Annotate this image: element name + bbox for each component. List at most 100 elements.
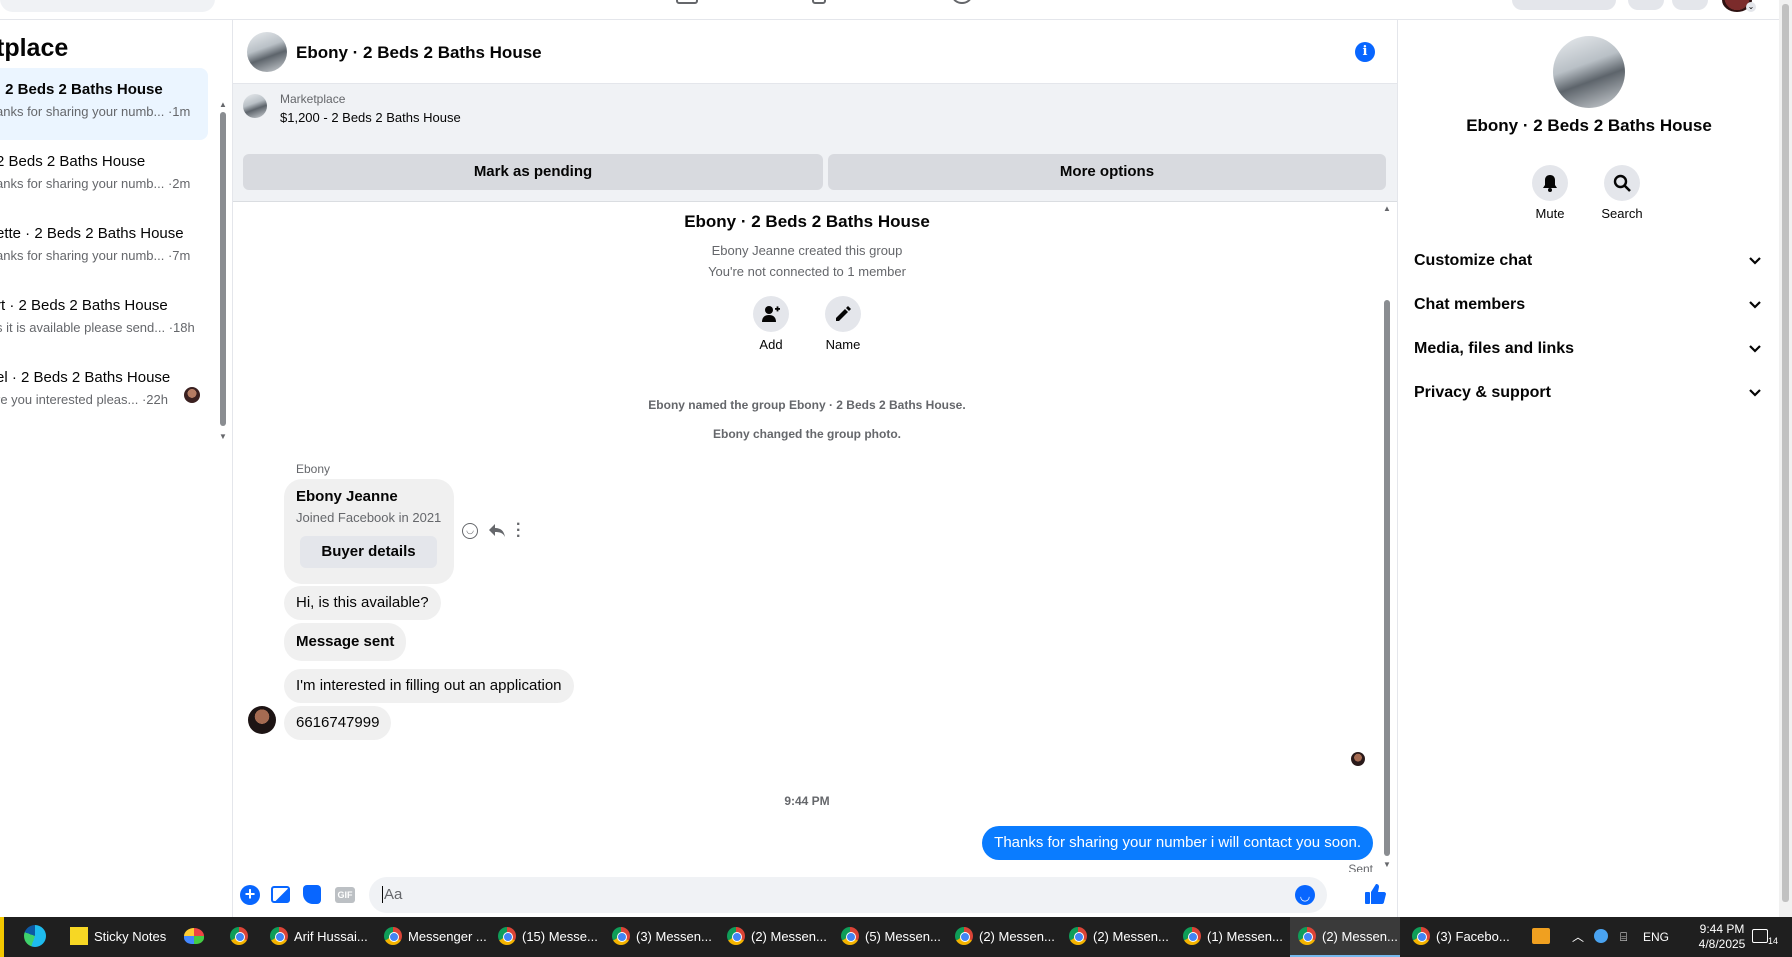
more-actions-icon[interactable]: · · · xyxy=(516,517,522,545)
globe-icon xyxy=(1594,929,1608,944)
taskbar-item-chrome-window[interactable]: (2) Messen... xyxy=(727,917,835,957)
chat-title[interactable]: Ebony · 2 Beds 2 Baths House xyxy=(296,43,542,63)
message-status: Sent xyxy=(1348,862,1373,872)
search-in-conversation-button[interactable] xyxy=(1604,165,1640,201)
taskbar-edge-app[interactable] xyxy=(0,917,4,957)
chrome-icon xyxy=(1412,927,1430,946)
conversation-item[interactable]: rt · 2 Beds 2 Baths House s it is availa… xyxy=(0,284,208,356)
taskbar-label: (5) Messen... xyxy=(865,929,941,944)
system-clock[interactable]: 9:44 PM 4/8/2025 xyxy=(1682,917,1762,957)
conversation-list-scrollbar[interactable]: ▲ ▼ xyxy=(218,100,228,441)
incoming-message[interactable]: Message sent xyxy=(284,623,407,661)
messenger-icon[interactable] xyxy=(1672,0,1708,10)
taskbar-item-chrome-window[interactable]: (2) Messen... xyxy=(1069,917,1177,957)
scrollbar-thumb[interactable] xyxy=(220,112,226,426)
taskbar-item-chrome-window[interactable]: (15) Messe... xyxy=(498,917,606,957)
account-chevron-icon[interactable]: ⌄ xyxy=(1746,2,1756,12)
tray-network-icon[interactable]: ⌸ xyxy=(1620,917,1632,957)
incoming-message[interactable]: 6616747999 xyxy=(284,706,392,740)
gif-icon[interactable]: GIF xyxy=(335,887,355,903)
reply-icon[interactable] xyxy=(488,523,506,539)
thumbs-up-icon[interactable] xyxy=(1364,883,1386,905)
menu-grid-icon[interactable] xyxy=(1628,0,1664,10)
incoming-message[interactable]: I'm interested in filling out an applica… xyxy=(284,669,574,703)
more-options-button[interactable]: More options xyxy=(828,154,1386,190)
emoji-icon[interactable]: ◡ xyxy=(1295,885,1315,905)
language-indicator[interactable]: ENG xyxy=(1643,917,1673,957)
edge-browser-icon[interactable] xyxy=(24,917,52,957)
scrollbar-thumb[interactable] xyxy=(1384,300,1390,856)
show-hidden-icons-button[interactable]: ︿ xyxy=(1572,917,1586,957)
info-icon[interactable]: i xyxy=(1355,42,1375,62)
message-composer: + GIF Aa ◡ xyxy=(233,872,1397,917)
notification-center-button[interactable]: 14 xyxy=(1752,917,1788,957)
listing-thumbnail[interactable] xyxy=(243,94,267,118)
conversation-item[interactable]: 2 Beds 2 Baths House anks for sharing yo… xyxy=(0,140,208,212)
find-friends-button[interactable] xyxy=(1512,0,1616,10)
chat-header: Ebony · 2 Beds 2 Baths House i xyxy=(233,20,1397,84)
react-icon[interactable]: ◡ xyxy=(462,523,478,539)
shield-icon xyxy=(1532,928,1550,945)
taskbar-item-chrome-window[interactable]: (5) Messen... xyxy=(841,917,949,957)
scroll-down-arrow-icon[interactable]: ▼ xyxy=(1383,860,1391,869)
taskbar-item-sticky-notes[interactable]: Sticky Notes xyxy=(66,917,170,957)
mark-as-pending-button[interactable]: Mark as pending xyxy=(243,154,823,190)
more-actions-plus-icon[interactable]: + xyxy=(240,885,260,905)
chrome-app-icon[interactable] xyxy=(230,917,252,957)
taskbar-item-chrome-window-active[interactable]: (2) Messen... xyxy=(1290,917,1400,957)
group-photo[interactable] xyxy=(1553,36,1625,108)
nav-marketplace-icon[interactable] xyxy=(676,0,698,4)
edit-name-button[interactable] xyxy=(825,296,861,332)
scroll-up-arrow-icon[interactable]: ▲ xyxy=(1383,204,1391,213)
pencil-icon xyxy=(836,306,851,321)
nav-gaming-icon[interactable] xyxy=(812,0,826,4)
scroll-up-arrow-icon[interactable]: ▲ xyxy=(219,100,227,109)
privacy-support-section[interactable]: Privacy & support xyxy=(1414,372,1762,416)
add-member-button[interactable] xyxy=(753,296,789,332)
thread-scrollbar[interactable]: ▲ ▼ xyxy=(1381,202,1393,872)
section-label: Customize chat xyxy=(1414,252,1533,269)
conversation-title: · 2 Beds 2 Baths House xyxy=(0,81,163,98)
nav-clock-icon[interactable] xyxy=(952,0,972,4)
tray-app-icon[interactable] xyxy=(1594,917,1610,957)
paint-app-icon[interactable] xyxy=(184,917,210,957)
conversation-snippet: re you interested pleas... ·22h xyxy=(0,392,168,407)
chevron-down-icon xyxy=(1749,301,1761,309)
section-label: Media, files and links xyxy=(1414,340,1575,357)
outgoing-message[interactable]: Thanks for sharing your number i will co… xyxy=(982,826,1373,860)
message-input[interactable]: Aa ◡ xyxy=(369,877,1327,913)
sticker-icon[interactable] xyxy=(303,885,321,904)
conversation-item[interactable]: ette · 2 Beds 2 Baths House anks for sha… xyxy=(0,212,208,284)
conversation-item[interactable]: el · 2 Beds 2 Baths House re you interes… xyxy=(0,356,208,428)
conversation-item[interactable]: · 2 Beds 2 Baths House anks for sharing … xyxy=(0,68,208,140)
security-tray-icon[interactable] xyxy=(1532,917,1552,957)
media-files-links-section[interactable]: Media, files and links xyxy=(1414,328,1762,372)
taskbar-item-chrome-window[interactable]: Arif Hussai... xyxy=(270,917,378,957)
message-input-placeholder: Aa xyxy=(382,886,403,903)
conversation-snippet: anks for sharing your numb... ·1m xyxy=(0,104,191,119)
attach-photo-icon[interactable] xyxy=(271,886,290,903)
notification-count: 14 xyxy=(1768,936,1779,946)
chat-members-section[interactable]: Chat members xyxy=(1414,284,1762,328)
search-box[interactable] xyxy=(0,0,215,12)
scroll-down-arrow-icon[interactable]: ▼ xyxy=(219,432,227,441)
group-avatar[interactable] xyxy=(247,32,287,72)
taskbar-item-chrome-window[interactable]: (3) Facebo... xyxy=(1412,917,1520,957)
taskbar-item-chrome-window[interactable]: (1) Messen... xyxy=(1183,917,1291,957)
taskbar-item-chrome-window[interactable]: (2) Messen... xyxy=(955,917,1063,957)
incoming-message[interactable]: Hi, is this available? xyxy=(284,586,441,620)
chrome-icon xyxy=(270,927,288,946)
mute-button[interactable] xyxy=(1532,165,1568,201)
sender-avatar[interactable] xyxy=(248,706,276,734)
taskbar-item-chrome-window[interactable]: (3) Messen... xyxy=(612,917,720,957)
page-scrollbar[interactable] xyxy=(1779,0,1792,917)
customize-chat-section[interactable]: Customize chat xyxy=(1414,240,1762,284)
taskbar-item-chrome-window[interactable]: Messenger ... xyxy=(384,917,492,957)
listing-title[interactable]: $1,200 - 2 Beds 2 Baths House xyxy=(280,110,461,125)
taskbar-label: (2) Messen... xyxy=(979,929,1055,944)
add-person-icon xyxy=(762,306,780,322)
buyer-details-button[interactable]: Buyer details xyxy=(300,536,437,568)
chrome-icon xyxy=(384,927,402,946)
scrollbar-thumb[interactable] xyxy=(1782,4,1789,902)
chevron-down-icon xyxy=(1749,345,1761,353)
